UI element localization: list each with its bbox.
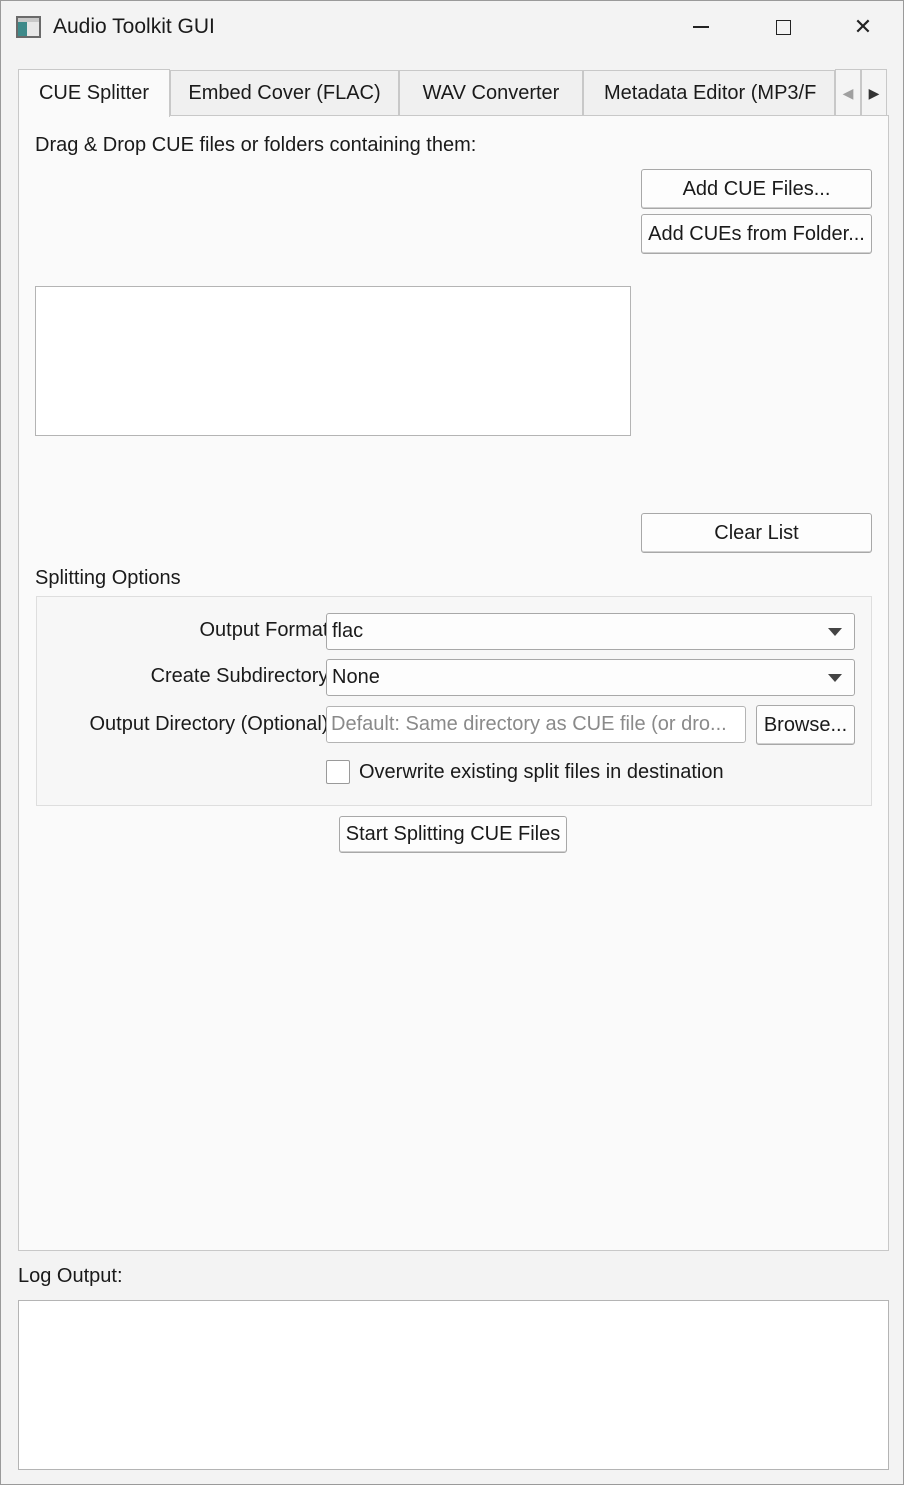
tab-cue-splitter[interactable]: CUE Splitter [18, 69, 170, 117]
splitting-options-group: Output Format: flac Create Subdirectory:… [36, 596, 872, 806]
cue-file-list[interactable] [35, 286, 631, 436]
maximize-icon [775, 19, 791, 35]
tab-scroll-left-button[interactable]: ◀ [835, 69, 861, 117]
overwrite-checkbox[interactable] [326, 760, 350, 784]
log-output-area[interactable] [18, 1300, 889, 1470]
tab-metadata-editor[interactable]: Metadata Editor (MP3/F [583, 70, 835, 116]
browse-button[interactable]: Browse... [756, 705, 855, 745]
minimize-icon [693, 26, 709, 28]
close-icon: ✕ [853, 14, 873, 39]
tab-bar: CUE Splitter Embed Cover (FLAC) WAV Conv… [18, 69, 888, 117]
window-title: Audio Toolkit GUI [53, 15, 215, 38]
start-splitting-button[interactable]: Start Splitting CUE Files [339, 816, 567, 853]
app-window: Audio Toolkit GUI ✕ CUE Splitter Embed C… [0, 0, 904, 1485]
drop-label: Drag & Drop CUE files or folders contain… [35, 134, 477, 156]
add-cue-files-button[interactable]: Add CUE Files... [641, 169, 872, 209]
title-bar: Audio Toolkit GUI ✕ [1, 1, 903, 53]
tab-label: Metadata Editor (MP3/F [604, 82, 817, 104]
tab-embed-cover[interactable]: Embed Cover (FLAC) [170, 70, 399, 116]
chevron-right-icon: ▶ [868, 84, 880, 101]
minimize-button[interactable] [661, 1, 741, 53]
tab-label: WAV Converter [422, 82, 560, 104]
output-directory-placeholder: Default: Same directory as CUE file (or … [331, 713, 727, 735]
tab-label: Embed Cover (FLAC) [188, 82, 381, 104]
output-directory-input[interactable]: Default: Same directory as CUE file (or … [326, 706, 746, 743]
tab-wav-converter[interactable]: WAV Converter [399, 70, 583, 116]
create-subdirectory-label: Create Subdirectory: [150, 665, 334, 687]
create-subdirectory-value: None [332, 666, 380, 688]
splitting-options-title: Splitting Options [35, 567, 181, 589]
output-format-value: flac [332, 620, 364, 642]
app-icon [16, 16, 41, 38]
chevron-left-icon: ◀ [842, 84, 854, 101]
dropdown-arrow-icon [828, 628, 842, 636]
clear-list-button[interactable]: Clear List [641, 513, 872, 553]
create-subdirectory-select[interactable]: None [326, 659, 855, 696]
dropdown-arrow-icon [828, 674, 842, 682]
tab-label: CUE Splitter [38, 82, 150, 104]
close-button[interactable]: ✕ [823, 1, 903, 53]
log-output-label: Log Output: [18, 1265, 123, 1287]
cue-splitter-pane: Drag & Drop CUE files or folders contain… [18, 115, 889, 1251]
output-format-label: Output Format: [199, 619, 335, 641]
tab-scroll-right-button[interactable]: ▶ [861, 69, 887, 117]
output-format-select[interactable]: flac [326, 613, 855, 650]
output-directory-label: Output Directory (Optional): [89, 713, 334, 735]
overwrite-label[interactable]: Overwrite existing split files in destin… [359, 761, 724, 784]
maximize-button[interactable] [743, 1, 823, 53]
add-cues-from-folder-button[interactable]: Add CUEs from Folder... [641, 214, 872, 254]
